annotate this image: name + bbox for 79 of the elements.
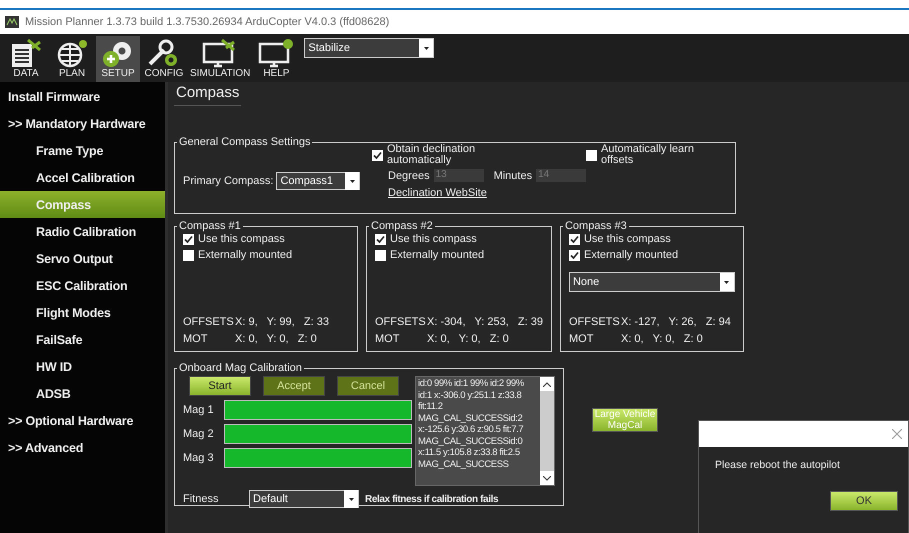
sidebar-item[interactable]: >> Advanced — [0, 434, 165, 461]
checkbox[interactable] — [375, 234, 386, 245]
checkbox-label: Externally mounted — [390, 250, 484, 261]
checkbox[interactable] — [568, 250, 580, 261]
scroll-up-icon — [543, 382, 551, 387]
sidebar-item[interactable]: >> Optional Hardware — [0, 407, 165, 434]
sidebar-item[interactable]: Radio Calibration — [0, 218, 165, 245]
hint-text: Relax fitness if calibration fails — [365, 494, 498, 504]
offsets-label: OFFSETS — [183, 316, 231, 328]
group-title: Compass #1 — [178, 220, 242, 232]
group-title: Compass #3 — [564, 220, 628, 232]
caret-icon — [720, 273, 734, 291]
field-label: Primary Compass: — [183, 175, 274, 187]
orientation-dropdown[interactable]: None — [568, 272, 735, 292]
sidebar-item[interactable]: Accel Calibration — [0, 164, 165, 191]
sidebar-item[interactable]: ESC Calibration — [0, 272, 165, 299]
mag-label: Mag 1 — [183, 404, 215, 416]
mot-value: X: 0, Y: 0, Z: 0 — [427, 333, 509, 345]
checkbox[interactable] — [568, 234, 580, 245]
checkbox-label: Externally mounted — [198, 250, 292, 261]
sidebar-item[interactable]: Flight Modes — [0, 299, 165, 326]
group-title: General Compass Settings — [178, 136, 312, 148]
field-label: Minutes — [494, 170, 532, 182]
sidebar-item[interactable]: Servo Output — [0, 245, 165, 272]
close-icon[interactable] — [892, 429, 902, 439]
group-title: Onboard Mag Calibration — [178, 362, 303, 374]
checkbox-label: Use this compass — [390, 234, 477, 245]
link[interactable]: Declination WebSite — [388, 187, 487, 199]
toolbar-button[interactable]: HELP — [254, 36, 298, 82]
offsets-value: X: 9, Y: 99, Z: 33 — [235, 316, 329, 328]
mode-dropdown[interactable]: Stabilize — [304, 38, 434, 58]
sidebar-item[interactable]: ADSB — [0, 380, 165, 407]
sidebar-item[interactable]: HW ID — [0, 353, 165, 380]
offsets-label: OFFSETS — [568, 316, 617, 328]
mag-label: Mag 2 — [183, 428, 215, 440]
toolbar-button[interactable]: PLAN — [50, 36, 94, 82]
toolbar-button[interactable]: SIMULATION — [188, 36, 252, 82]
primary-compass-dropdown[interactable]: Compass1 — [276, 172, 360, 190]
caret-icon — [419, 39, 434, 57]
checkbox[interactable] — [183, 250, 194, 261]
mot-value: X: 0, Y: 0, Z: 0 — [620, 333, 703, 345]
page-title: Compass — [174, 84, 242, 106]
checkbox[interactable] — [375, 250, 386, 261]
group-title: Compass #2 — [370, 220, 434, 232]
mot-label: MOT — [568, 333, 594, 345]
sidebar-item[interactable]: Frame Type — [0, 137, 165, 164]
ok-button[interactable]: OK — [830, 491, 898, 511]
caret-icon — [345, 172, 360, 190]
field-label: Fitness — [183, 493, 220, 505]
mot-label: MOT — [183, 333, 208, 345]
offsets-value: X: -304, Y: 253, Z: 39 — [427, 316, 543, 328]
calibration-button[interactable]: Start — [189, 376, 251, 396]
toolbar-button[interactable]: DATA — [4, 36, 48, 82]
sidebar-item[interactable]: FailSafe — [0, 326, 165, 353]
offsets-value: X: -127, Y: 26, Z: 94 — [620, 316, 731, 328]
app-icon — [5, 16, 19, 28]
checkbox[interactable] — [372, 150, 383, 160]
mot-label: MOT — [375, 333, 400, 345]
sidebar-item[interactable]: >> Mandatory Hardware — [0, 110, 165, 137]
toolbar-button[interactable]: SETUP — [96, 36, 140, 82]
checkbox[interactable] — [586, 150, 597, 160]
checkbox-label: Use this compass — [584, 234, 671, 245]
mot-value: X: 0, Y: 0, Z: 0 — [235, 333, 317, 345]
scroll-down-icon — [543, 476, 551, 481]
checkbox-label: Obtain declination automatically — [387, 144, 476, 166]
checkbox-label: Externally mounted — [584, 250, 678, 261]
toolbar-button[interactable]: CONFIG — [142, 36, 186, 82]
checkbox-label: Automatically learn offsets — [601, 144, 695, 166]
checkbox-label: Use this compass — [198, 234, 285, 245]
fitness-dropdown[interactable]: Default — [249, 490, 359, 508]
checkbox[interactable] — [183, 234, 194, 245]
field-label: Degrees — [388, 170, 430, 182]
window-title: Mission Planner 1.3.73 build 1.3.7530.26934 ArduCopter V4.0.3 (ffd08628) — [25, 16, 390, 28]
sidebar-item[interactable]: Install Firmware — [0, 83, 165, 110]
mag-label: Mag 3 — [183, 452, 215, 464]
offsets-label: OFFSETS — [375, 316, 423, 328]
caret-icon — [344, 490, 358, 508]
log-text-area: id:0 99% id:1 99% id:2 99% id:1 x:-306.0 y:251.1 z:33.8 fit:11.2 MAG_CAL_SUCCESSid:2 x:-125.6 y:30.6 z:90.5 fit:7.7 MAG_CAL_SUCCESSid:0 x:11.5 y:105.8 z:33.8 fit:2.5 MAG_CAL_SUCCESS — [415, 376, 555, 486]
dialog-message: Please reboot the autopilot — [715, 459, 841, 471]
